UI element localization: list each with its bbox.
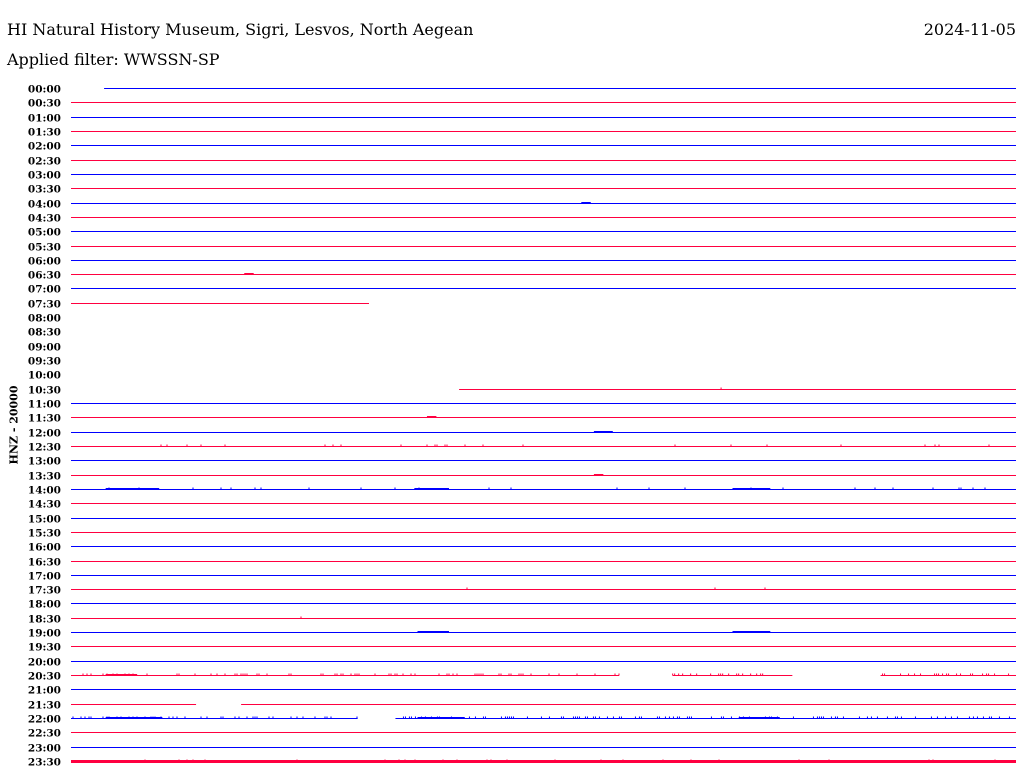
time-label: 15:00 [28, 514, 61, 526]
time-label: 23:00 [28, 743, 61, 755]
time-label: 08:30 [28, 327, 61, 339]
trace-burst [244, 273, 254, 275]
trace-burst [738, 717, 780, 719]
time-label: 02:30 [28, 156, 61, 168]
trace-burst [732, 488, 771, 490]
time-label: 06:30 [28, 270, 61, 282]
time-label: 11:00 [28, 399, 61, 411]
time-label: 11:30 [28, 413, 61, 425]
time-label: 10:00 [28, 370, 61, 382]
trace-burst [105, 488, 160, 490]
time-label: 07:00 [28, 284, 61, 296]
time-label: 02:00 [28, 141, 61, 153]
time-label: 16:30 [28, 557, 61, 569]
trace-burst [581, 202, 591, 204]
time-label: 12:00 [28, 428, 61, 440]
time-label: 18:30 [28, 614, 61, 626]
time-label: 01:00 [28, 113, 61, 125]
time-label: 20:00 [28, 657, 61, 669]
time-label: 03:00 [28, 170, 61, 182]
time-label: 06:00 [28, 256, 61, 268]
trace-burst [732, 631, 771, 633]
time-label: 19:30 [28, 642, 61, 654]
time-label: 00:30 [28, 98, 61, 110]
trace-burst [426, 416, 437, 418]
time-label: 13:30 [28, 471, 61, 483]
time-label: 08:00 [28, 313, 61, 325]
time-label: 14:30 [28, 499, 61, 511]
time-label: 18:00 [28, 599, 61, 611]
trace-burst [417, 717, 465, 719]
time-label: 21:30 [28, 700, 61, 712]
time-label: 04:00 [28, 199, 61, 211]
trace-burst [593, 474, 604, 476]
time-label: 23:30 [28, 757, 61, 769]
trace-burst [593, 431, 613, 433]
time-label: 17:30 [28, 585, 61, 597]
time-label: 17:00 [28, 571, 61, 583]
trace-burst [105, 717, 163, 719]
trace-burst [417, 631, 449, 633]
time-label: 12:30 [28, 442, 61, 454]
time-label: 21:00 [28, 685, 61, 697]
trace-burst [105, 674, 138, 676]
time-label: 01:30 [28, 127, 61, 139]
time-label: 16:00 [28, 542, 61, 554]
time-label: 14:00 [28, 485, 61, 497]
time-label: 07:30 [28, 299, 61, 311]
time-label: 05:00 [28, 227, 61, 239]
time-label: 22:00 [28, 714, 61, 726]
time-label: 09:30 [28, 356, 61, 368]
trace-burst [414, 488, 449, 490]
time-label: 09:00 [28, 342, 61, 354]
time-label: 15:30 [28, 528, 61, 540]
helicorder-plot: 00:00 00:30 01:00 01:30 02:00 02:30 03:00 03:30… [28, 84, 1016, 769]
time-label: 10:30 [28, 385, 61, 397]
time-label: 05:30 [28, 242, 61, 254]
time-label: 22:30 [28, 728, 61, 740]
time-label: 00:00 [28, 84, 61, 96]
time-label: 03:30 [28, 184, 61, 196]
time-label: 04:30 [28, 213, 61, 225]
time-label: 13:00 [28, 456, 61, 468]
time-label: 19:00 [28, 628, 61, 640]
time-label: 20:30 [28, 671, 61, 683]
